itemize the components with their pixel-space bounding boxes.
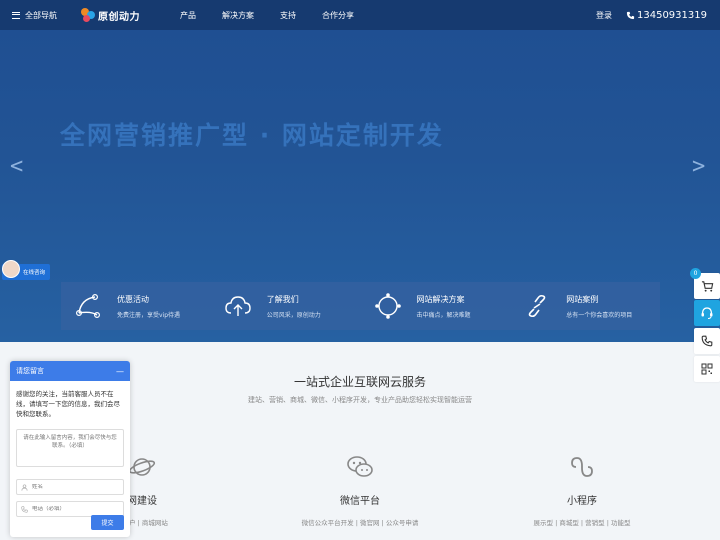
service-mini-program[interactable]: 小程序 展示型 | 商城型 | 营销型 | 功能型 [502, 452, 662, 527]
service-title: 小程序 [567, 496, 597, 507]
all-nav-button[interactable]: 全部导航 [12, 10, 57, 21]
nav-right: 登录 13450931319 [596, 10, 707, 21]
feature-subtitle: 总有一个你会喜欢的项目 [566, 311, 633, 319]
feature-subtitle: 公司风采，原创动力 [266, 311, 321, 319]
service-wechat[interactable]: 微信平台 微信公众平台开发 | 微官网 | 公众号申请 [280, 452, 440, 527]
feature-title: 网站解决方案 [416, 294, 465, 304]
phone-icon [21, 505, 28, 513]
service-subtitle: 展示型 | 商城型 | 营销型 | 功能型 [533, 519, 631, 527]
next-slide-button[interactable]: > [692, 154, 705, 179]
planet-icon [128, 458, 156, 476]
feature-strip: 优惠活动免费注册，享受vip待遇 了解我们公司风采，原创动力 网站解决方案 击中痛… [61, 282, 660, 330]
submit-button[interactable]: 提交 [91, 515, 124, 530]
feature-promotions[interactable]: 优惠活动免费注册，享受vip待遇 [61, 282, 211, 330]
mini-program-icon [571, 457, 593, 477]
phone-number: 13450931319 [637, 9, 707, 21]
chat-tab-label: 在线咨询 [23, 270, 46, 276]
feature-cases[interactable]: 网站案例总有一个你会喜欢的项目 [510, 282, 660, 330]
online-chat-tab[interactable]: 在线咨询 [2, 260, 50, 280]
logo-mark-icon [81, 8, 95, 22]
user-icon [21, 483, 28, 491]
hero-title: 全网营销推广型 · 网站定制开发 [60, 121, 444, 150]
menu-item-products[interactable]: 产品 [180, 10, 196, 21]
compass-icon [374, 293, 401, 319]
phone-icon [626, 11, 635, 19]
cloud-upload-icon [225, 296, 251, 316]
service-subtitle: 微信公众平台开发 | 微官网 | 公众号申请 [301, 519, 419, 527]
message-panel-title: 请您留言 [16, 367, 44, 375]
cart-count-badge: 0 [690, 268, 701, 279]
logo-text: 原创动力 [98, 11, 140, 23]
prev-slide-button[interactable]: < [10, 154, 23, 179]
phone-input[interactable] [32, 506, 117, 512]
nodes-icon [75, 293, 101, 319]
feature-subtitle: 免费注册，享受vip待遇 [117, 311, 181, 319]
menu-icon [12, 11, 20, 19]
wechat-icon [347, 456, 373, 477]
feature-subtitle: 击中痛点，解决难题 [416, 311, 471, 319]
menu-item-partners[interactable]: 合作分享 [322, 10, 354, 21]
customer-service-button[interactable] [694, 300, 720, 326]
qr-code-icon [701, 363, 713, 375]
feature-title: 网站案例 [566, 294, 599, 304]
minimize-button[interactable]: — [116, 367, 124, 376]
main-menu: 产品 解决方案 支持 合作分享 [180, 10, 354, 21]
agent-avatar [2, 260, 20, 278]
menu-item-support[interactable]: 支持 [280, 10, 296, 21]
link-icon [528, 294, 546, 318]
qr-code-button[interactable] [694, 356, 720, 382]
top-navbar: 全部导航 原创动力 产品 解决方案 支持 合作分享 登录 13450931319 [0, 0, 720, 30]
login-link[interactable]: 登录 [596, 10, 612, 21]
logo[interactable]: 原创动力 [81, 8, 140, 23]
phone-icon [701, 335, 713, 347]
phone-button[interactable] [694, 328, 720, 354]
phone-contact[interactable]: 13450931319 [626, 10, 707, 21]
all-nav-label: 全部导航 [25, 10, 57, 20]
message-intro: 感谢您的关注，当前客服人员不在线，请填写一下您的信息，我们会尽快和您联系。 [16, 390, 120, 418]
headset-icon [701, 307, 713, 319]
leave-message-panel: 请您留言 — 感谢您的关注，当前客服人员不在线，请填写一下您的信息，我们会尽快和… [10, 361, 130, 537]
message-panel-header: 请您留言 — [10, 361, 130, 381]
feature-title: 优惠活动 [117, 294, 149, 304]
name-field[interactable] [16, 479, 124, 495]
menu-item-solutions[interactable]: 解决方案 [222, 10, 254, 21]
cart-icon [701, 280, 713, 292]
message-content-input[interactable] [16, 429, 124, 467]
feature-about[interactable]: 了解我们公司风采，原创动力 [211, 282, 361, 330]
service-title: 微信平台 [340, 496, 380, 507]
feature-title: 了解我们 [266, 294, 299, 304]
feature-solutions[interactable]: 网站解决方案 击中痛点，解决难题 [361, 282, 511, 330]
name-input[interactable] [32, 484, 117, 490]
